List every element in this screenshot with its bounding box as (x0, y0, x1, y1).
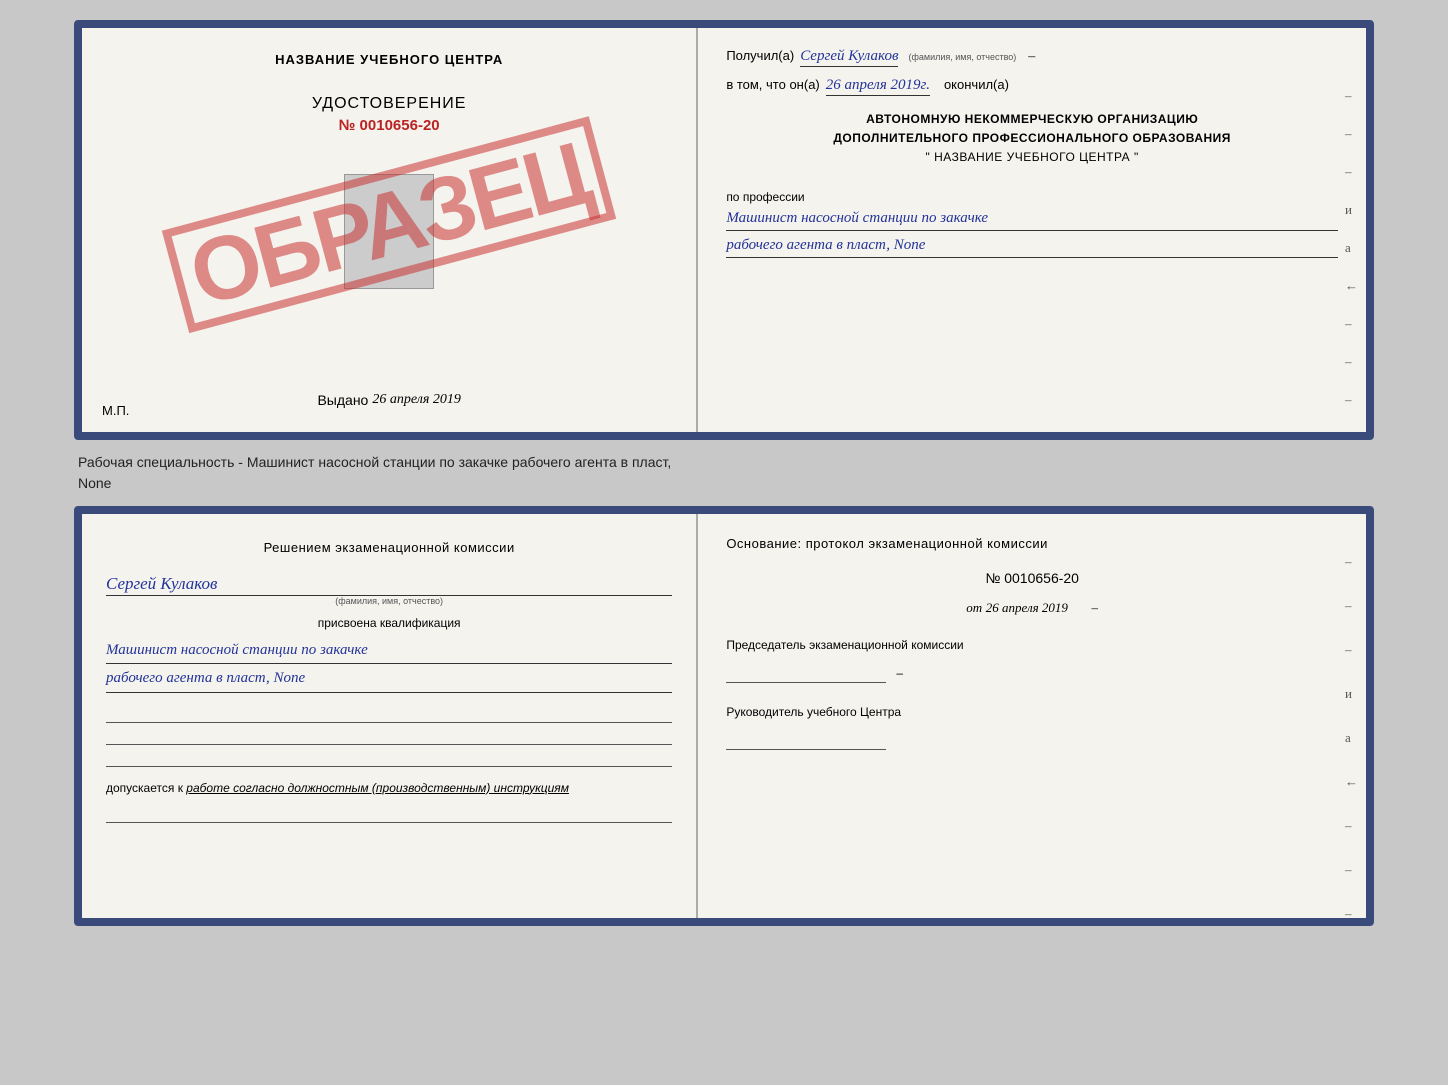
rukovoditel-sign-line (726, 730, 886, 750)
bottom-line-3 (106, 749, 672, 767)
bottom-line-2 (106, 727, 672, 745)
rukovoditel-sign-row (726, 730, 1338, 750)
side-dash-b2: – (1345, 598, 1358, 614)
org-line2: ДОПОЛНИТЕЛЬНОГО ПРОФЕССИОНАЛЬНОГО ОБРАЗО… (726, 129, 1338, 148)
cert-number: № 0010656-20 (339, 117, 440, 134)
dash1: – (1028, 49, 1035, 65)
dopuskaetsya-label: допускается к (106, 781, 183, 795)
predsedatel-block: Председатель экзаменационной комиссии – (726, 636, 1338, 683)
side-dash-ba: а (1345, 730, 1358, 746)
side-dashes-bottom: – – – и а ← – – – (1345, 554, 1358, 922)
profession-label: по профессии (726, 190, 1338, 204)
side-dash-bi: и (1345, 686, 1358, 702)
predsedatel-sign-row: – (726, 663, 1338, 683)
dopuskaetsya-row: допускается к работе согласно должностны… (106, 781, 672, 795)
vydano-label: Выдано (317, 392, 368, 408)
predsedatel-label: Председатель экзаменационной комиссии (726, 636, 1338, 655)
bottom-name-value: Сергей Кулаков (106, 574, 672, 596)
org-line1: АВТОНОМНУЮ НЕКОММЕРЧЕСКУЮ ОРГАНИЗАЦИЮ (726, 110, 1338, 129)
bottom-right-number: № 0010656-20 (726, 570, 1338, 586)
bottom-name-sub: (фамилия, имя, отчество) (106, 596, 672, 606)
bottom-profession-line2: рабочего агента в пласт, None (106, 666, 672, 693)
org-block: АВТОНОМНУЮ НЕКОММЕРЧЕСКУЮ ОРГАНИЗАЦИЮ ДО… (726, 110, 1338, 168)
date-value: 26 апреля 2019 (986, 600, 1068, 615)
side-dash-2: – (1345, 126, 1358, 142)
bottom-profession-line1: Машинист насосной станции по закачке (106, 638, 672, 665)
side-dashes-top: – – – и а ← – – – (1345, 88, 1358, 408)
side-dash-b1: – (1345, 554, 1358, 570)
poluchil-sub: (фамилия, имя, отчество) (908, 52, 1016, 62)
side-dash-b5: – (1345, 862, 1358, 878)
predsedatel-dash: – (896, 664, 903, 683)
side-dash-a: а (1345, 240, 1358, 256)
vtom-label: в том, что он(а) (726, 77, 819, 92)
side-dash-barrow: ← (1345, 774, 1358, 790)
top-cert-title: НАЗВАНИЕ УЧЕБНОГО ЦЕНТРА (275, 52, 503, 67)
side-dash-arrow: ← (1345, 278, 1358, 294)
commission-label: Решением экзаменационной комиссии (106, 538, 672, 558)
rukovoditel-block: Руководитель учебного Центра (726, 703, 1338, 750)
description-block: Рабочая специальность - Машинист насосно… (74, 452, 1374, 494)
side-dash-i: и (1345, 202, 1358, 218)
bottom-lines (106, 705, 672, 767)
bottom-right-date: от 26 апреля 2019 – (726, 600, 1338, 616)
rukovoditel-label: Руководитель учебного Центра (726, 703, 1338, 722)
mp-label: М.П. (102, 403, 129, 418)
bottom-line-4 (106, 805, 672, 823)
profession-line1: Машинист насосной станции по закачке (726, 206, 1338, 231)
side-dash-1: – (1345, 88, 1358, 104)
side-dash-6: – (1345, 392, 1358, 408)
osnov-label: Основание: протокол экзаменационной коми… (726, 534, 1338, 554)
profession-block: по профессии Машинист насосной станции п… (726, 184, 1338, 258)
date-dash: – (1092, 600, 1099, 615)
profession-line2: рабочего агента в пласт, None (726, 233, 1338, 258)
top-cert-right: Получил(а) Сергей Кулаков (фамилия, имя,… (698, 28, 1366, 432)
top-certificate: НАЗВАНИЕ УЧЕБНОГО ЦЕНТРА ОБРАЗЕЦ УДОСТОВ… (74, 20, 1374, 440)
bottom-final-line (106, 805, 672, 823)
vtom-date: 26 апреля 2019г. (826, 77, 930, 96)
bottom-cert-left: Решением экзаменационной комиссии Сергей… (82, 514, 698, 918)
org-line3: " НАЗВАНИЕ УЧЕБНОГО ЦЕНТРА " (726, 148, 1338, 167)
udostoverenie-label: УДОСТОВЕРЕНИЕ (312, 95, 467, 113)
poluchil-value: Сергей Кулаков (800, 48, 898, 67)
bottom-line-1 (106, 705, 672, 723)
vydano-date: 26 апреля 2019 (372, 392, 460, 408)
bottom-name-block: Сергей Кулаков (фамилия, имя, отчество) (106, 570, 672, 606)
date-prefix: от (966, 600, 982, 615)
side-dash-4: – (1345, 316, 1358, 332)
poluchil-label: Получил(а) (726, 48, 794, 63)
description-line2: None (78, 475, 111, 491)
side-dash-3: – (1345, 164, 1358, 180)
side-dash-b4: – (1345, 818, 1358, 834)
poluchil-row: Получил(а) Сергей Кулаков (фамилия, имя,… (726, 48, 1338, 67)
vtom-row: в том, что он(а) 26 апреля 2019г. окончи… (726, 77, 1338, 96)
bottom-cert-right: Основание: протокол экзаменационной коми… (698, 514, 1366, 918)
side-dash-b6: – (1345, 906, 1358, 922)
description-line1: Рабочая специальность - Машинист насосно… (78, 454, 671, 470)
dopuskaetsya-value: работе согласно должностным (производств… (186, 781, 569, 795)
side-dash-b3: – (1345, 642, 1358, 658)
bottom-profession-block: Машинист насосной станции по закачке раб… (106, 636, 672, 693)
top-cert-left: НАЗВАНИЕ УЧЕБНОГО ЦЕНТРА ОБРАЗЕЦ УДОСТОВ… (82, 28, 698, 432)
predsedatel-sign-line (726, 663, 886, 683)
cert-issued-row: Выдано 26 апреля 2019 (102, 392, 676, 416)
side-dash-5: – (1345, 354, 1358, 370)
okonchil-label: окончил(а) (944, 77, 1009, 92)
assigned-label: присвоена квалификация (106, 616, 672, 630)
bottom-certificate: Решением экзаменационной комиссии Сергей… (74, 506, 1374, 926)
